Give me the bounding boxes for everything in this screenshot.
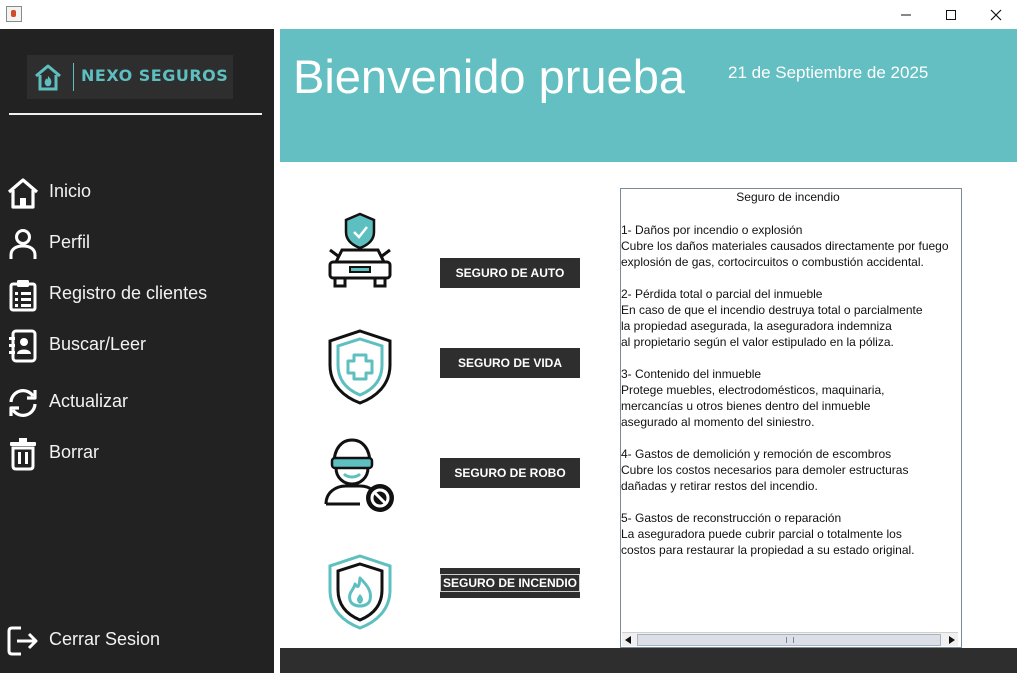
- details-line: [621, 350, 961, 366]
- logo-separator: [73, 63, 74, 91]
- java-app-icon: [6, 6, 22, 22]
- details-line: 4- Gastos de demolición y remoción de es…: [621, 447, 892, 461]
- details-line: asegurado al momento del siniestro.: [621, 415, 815, 429]
- window-titlebar: [0, 0, 1017, 29]
- maximize-icon: [946, 9, 956, 20]
- sidebar-item-inicio[interactable]: Inicio: [0, 172, 274, 212]
- contact-book-icon: [9, 329, 37, 363]
- details-line: al propietario según el valor estipulado…: [621, 335, 894, 349]
- details-line: 1- Daños por incendio o explosión: [621, 223, 803, 237]
- sidebar-divider: [9, 113, 262, 115]
- sidebar-item-registro-de-clientes[interactable]: Registro de clientes: [0, 274, 274, 314]
- seguro-robo-label: SEGURO DE ROBO: [454, 466, 566, 480]
- details-title: Seguro de incendio: [736, 190, 840, 204]
- logout-button[interactable]: Cerrar Sesion: [0, 620, 274, 660]
- clipboard-icon: [9, 280, 37, 312]
- minimize-icon: [901, 14, 911, 15]
- sidebar-item-label: Borrar: [49, 442, 100, 462]
- seguro-vida-label: SEGURO DE VIDA: [457, 356, 562, 370]
- details-line: [621, 270, 961, 286]
- details-line: 2- Pérdida total o parcial del inmueble: [621, 287, 823, 301]
- sidebar: NEXO SEGUROS Inicio Perfil Registro de c…: [0, 29, 274, 673]
- sidebar-item-actualizar[interactable]: Actualizar: [0, 382, 274, 422]
- footer-bar: [280, 648, 1017, 673]
- details-line: [621, 494, 961, 510]
- scrollbar-grip: [786, 637, 794, 643]
- logout-label: Cerrar Sesion: [49, 629, 161, 649]
- trash-icon: [10, 438, 36, 471]
- refresh-icon: [9, 389, 37, 417]
- details-body: 1- Daños por incendio o explosión Cubre …: [621, 222, 961, 558]
- close-button[interactable]: [973, 0, 1017, 29]
- sidebar-item-buscar-leer[interactable]: Buscar/Leer: [0, 325, 274, 365]
- details-line: 3- Contenido del inmueble: [621, 367, 762, 381]
- sidebar-item-label: Buscar/Leer: [49, 334, 147, 354]
- scroll-left-button[interactable]: [622, 633, 635, 646]
- arrow-right-icon: [949, 635, 955, 644]
- sidebar-item-borrar[interactable]: Borrar: [0, 433, 274, 473]
- logout-icon: [7, 626, 38, 656]
- header-banner: Bienvenido prueba 21 de Septiembre de 20…: [280, 29, 1017, 162]
- details-line: explosión de gas, cortocircuitos o combu…: [621, 255, 924, 269]
- fire-shield-icon: [328, 554, 392, 630]
- details-line: costos para restaurar la propiedad a su …: [621, 543, 915, 557]
- close-icon: [990, 9, 1002, 20]
- logo-text: NEXO SEGUROS: [81, 66, 229, 85]
- minimize-button[interactable]: [883, 0, 929, 29]
- insurance-details-textarea[interactable]: Seguro de incendio 1- Daños por incendio…: [620, 188, 962, 648]
- details-line: La aseguradora puede cubrir parcial o to…: [621, 527, 902, 541]
- page-title: Bienvenido prueba: [293, 50, 685, 103]
- current-date: 21 de Septiembre de 2025: [728, 63, 929, 82]
- details-line: 5- Gastos de reconstrucción o reparación: [621, 511, 842, 525]
- details-line: En caso de que el incendio destruya tota…: [621, 303, 923, 317]
- sidebar-item-label: Inicio: [49, 181, 92, 201]
- details-line: mercancías u otros bienes dentro del inm…: [621, 399, 871, 413]
- main-panel: SEGURO DE AUTO SEGURO DE VIDA SEGURO DE …: [280, 162, 1017, 648]
- seguro-robo-button[interactable]: SEGURO DE ROBO: [440, 458, 580, 488]
- scroll-right-button[interactable]: [945, 633, 958, 646]
- seguro-auto-button[interactable]: SEGURO DE AUTO: [440, 258, 580, 288]
- user-icon: [9, 229, 37, 259]
- details-line: Protege muebles, electrodomésticos, maqu…: [621, 383, 885, 397]
- details-line: Cubre los daños materiales causados dire…: [621, 239, 949, 253]
- scrollbar-thumb[interactable]: [637, 634, 941, 646]
- thief-icon: [324, 438, 394, 512]
- seguro-incendio-button[interactable]: SEGURO DE INCENDIO: [440, 568, 580, 598]
- details-line: [621, 430, 961, 446]
- maximize-button[interactable]: [928, 0, 974, 29]
- health-shield-icon: [328, 329, 392, 405]
- home-icon: [7, 178, 39, 209]
- sidebar-item-label: Perfil: [49, 232, 91, 252]
- sidebar-item-label: Registro de clientes: [49, 283, 208, 303]
- seguro-vida-button[interactable]: SEGURO DE VIDA: [440, 348, 580, 378]
- details-line: dañadas y retirar restos del incendio.: [621, 479, 818, 493]
- logo: NEXO SEGUROS: [27, 55, 233, 99]
- car-shield-icon: [328, 212, 392, 288]
- details-line: Cubre los costos necesarios para demoler…: [621, 463, 909, 477]
- seguro-incendio-label: SEGURO DE INCENDIO: [440, 574, 580, 592]
- arrow-left-icon: [625, 635, 631, 644]
- seguro-auto-label: SEGURO DE AUTO: [455, 266, 565, 280]
- details-line: la propiedad asegurada, la aseguradora i…: [621, 319, 892, 333]
- home-fire-logo-icon: [35, 64, 61, 91]
- sidebar-item-perfil[interactable]: Perfil: [0, 223, 274, 263]
- horizontal-scrollbar[interactable]: [622, 632, 958, 646]
- sidebar-item-label: Actualizar: [49, 391, 129, 411]
